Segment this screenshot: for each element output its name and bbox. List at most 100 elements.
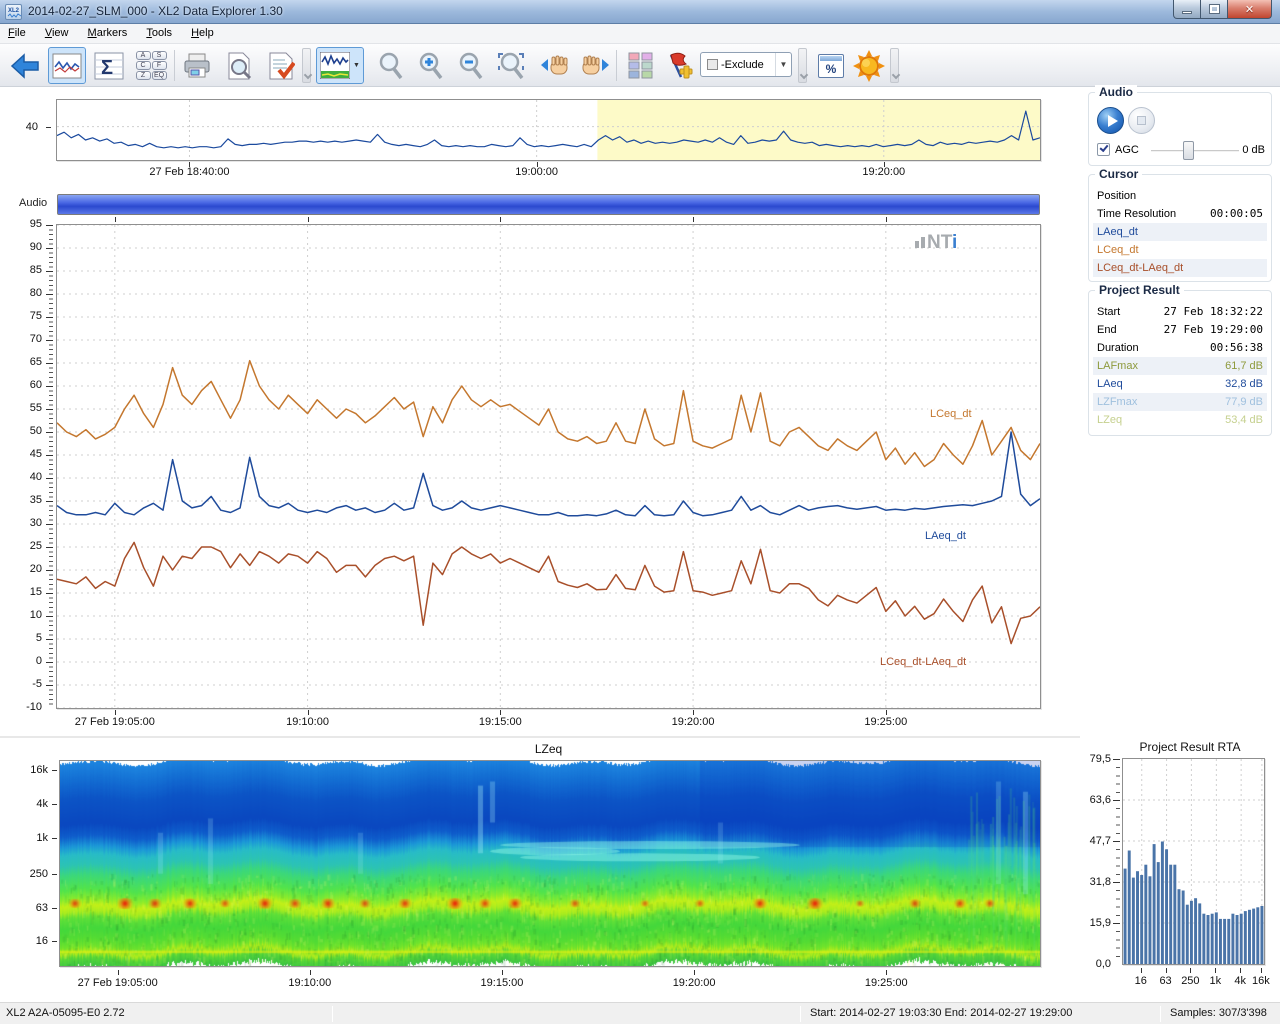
stop-button[interactable] [1128, 107, 1155, 134]
zoom-out-button[interactable] [452, 47, 490, 84]
toolbar-overflow-grip2[interactable] [798, 48, 807, 83]
marker-type-dropdown[interactable]: -Exclude ▼ [700, 52, 792, 77]
overview-chart: 40 27 Feb 18:40:00 19:00:00 19:20:00 [0, 96, 1080, 188]
trace-label-laeq: LAeq_dt [923, 530, 968, 542]
print-preview-button[interactable] [220, 47, 258, 84]
menu-help[interactable]: Help [183, 24, 222, 42]
percent-icon: % [818, 53, 844, 78]
print-button[interactable] [178, 47, 216, 84]
trace-label-lceq: LCeq_dt [928, 408, 974, 420]
pan-right-button[interactable] [576, 47, 614, 84]
add-marker-button[interactable] [660, 47, 698, 84]
printer-icon [184, 53, 210, 77]
project-group-title: Project Result [1095, 283, 1184, 297]
close-button[interactable]: ✕ [1228, 0, 1272, 19]
hand-left-icon [541, 55, 568, 74]
zoom-selection-icon [498, 52, 524, 79]
tick-label: 5 [35, 632, 42, 644]
menu-bar: File View Markers Tools Help [0, 24, 1280, 44]
gain-slider-track[interactable] [1151, 150, 1239, 152]
menu-view[interactable]: View [37, 24, 77, 42]
tick-label: 27 Feb 18:40:00 [149, 166, 230, 178]
tick-label: 1k [1209, 975, 1222, 987]
zoom-selection-button[interactable] [492, 47, 530, 84]
menu-tools[interactable]: Tools [138, 24, 180, 42]
app-window: XL2 2014-02-27_SLM_000 - XL2 Data Explor… [0, 0, 1280, 1024]
back-button[interactable] [6, 47, 44, 84]
project-result-groupbox: Project Result Start 27 Feb 18:32:22 End 2… [1088, 283, 1272, 436]
view-levels-button[interactable]: AS CF Z EQ [132, 47, 170, 84]
tick-mark [501, 970, 503, 975]
pan-left-button[interactable] [536, 47, 574, 84]
relative-values-button[interactable]: % [812, 47, 850, 84]
tick-label: 19:20:00 [862, 166, 906, 178]
tick-label: 60 [29, 379, 42, 391]
report-button[interactable] [262, 47, 300, 84]
brightness-button[interactable] [850, 47, 888, 84]
zoom-in-button[interactable] [412, 47, 450, 84]
tick-label: 45 [29, 448, 42, 460]
active-view-button[interactable]: ▼ [316, 47, 364, 84]
restore-button[interactable] [1201, 0, 1228, 19]
chevron-down-icon[interactable]: ▼ [353, 62, 360, 69]
tick-label: 80 [29, 287, 42, 299]
toolbar-overflow-grip[interactable] [302, 48, 311, 83]
app-icon[interactable]: XL2 [5, 4, 22, 20]
cursor-group-title: Cursor [1095, 167, 1143, 181]
magnifier-icon [379, 52, 403, 79]
view-table-button[interactable]: Σ [90, 47, 128, 84]
status-device: XL2 A2A-05095-E0 2.72 [6, 1007, 125, 1019]
tick-label: -10 [26, 701, 42, 713]
title-bar[interactable]: XL2 2014-02-27_SLM_000 - XL2 Data Explor… [0, 0, 1280, 24]
trace-label-diff: LCeq_dt-LAeq_dt [878, 656, 969, 668]
cursor-row-lceq: LCeq_dt [1097, 244, 1139, 256]
svg-text:XL2: XL2 [8, 8, 20, 14]
project-row-duration: Duration 00:56:38 [1097, 341, 1263, 354]
gain-slider-thumb[interactable] [1183, 141, 1194, 160]
minimize-button[interactable] [1173, 0, 1201, 19]
tick-label: -5 [32, 678, 42, 690]
menu-file[interactable]: File [0, 24, 34, 42]
tick-mark [694, 970, 696, 975]
tick-label: 19:10:00 [288, 977, 332, 989]
cursor-row-diff: LCeq_dt-LAeq_dt [1093, 259, 1267, 277]
tick-label: 19:25:00 [864, 977, 908, 989]
overview-plot-area[interactable] [56, 99, 1041, 161]
tick-label: 70 [29, 333, 42, 345]
tick-label: 63 [1159, 975, 1172, 987]
tick-mark [1215, 968, 1217, 973]
tick-label: 19:20:00 [671, 716, 715, 728]
project-row-lzeq: LZeq 53,4 dB [1097, 414, 1263, 426]
agc-checkbox[interactable] [1097, 143, 1110, 156]
play-button[interactable] [1097, 107, 1124, 134]
tick-label: 47,7 [1089, 835, 1111, 847]
dropdown-caret-icon[interactable]: ▼ [775, 53, 791, 76]
main-plot-area[interactable] [56, 224, 1041, 709]
audio-waveform-bar[interactable] [57, 194, 1040, 215]
project-row-end: End 27 Feb 19:29:00 [1097, 323, 1263, 336]
tick-mark [1260, 968, 1262, 973]
tick-label: 40 [29, 471, 42, 483]
audio-strip-label: Audio [19, 197, 48, 209]
flag-plus-icon [669, 52, 693, 78]
tick-mark [886, 970, 888, 975]
gain-value: 0 dB [1242, 144, 1265, 156]
tick-label: 19:10:00 [286, 716, 329, 728]
menu-markers[interactable]: Markers [80, 24, 136, 42]
tick-mark [117, 970, 119, 975]
audio-groupbox: Audio AGC 0 dB [1088, 85, 1272, 166]
preview-icon [228, 52, 252, 79]
tick-mark [885, 710, 887, 715]
zoom-normal-button[interactable] [372, 47, 410, 84]
marker-colors-button[interactable] [622, 47, 660, 84]
marker-colors-icon [628, 52, 653, 78]
rta-title: Project Result RTA [1139, 740, 1241, 754]
toolbar-overflow-grip3[interactable] [890, 48, 899, 83]
spectrogram-plot-area[interactable] [59, 760, 1041, 967]
tick-mark [52, 873, 57, 875]
rta-plot-area[interactable] [1122, 758, 1265, 965]
cursor-row-resolution: Time Resolution 00:00:05 [1097, 207, 1263, 220]
tick-mark [500, 710, 502, 715]
tick-label: 4k [36, 798, 48, 811]
view-graph-button[interactable] [48, 47, 86, 84]
